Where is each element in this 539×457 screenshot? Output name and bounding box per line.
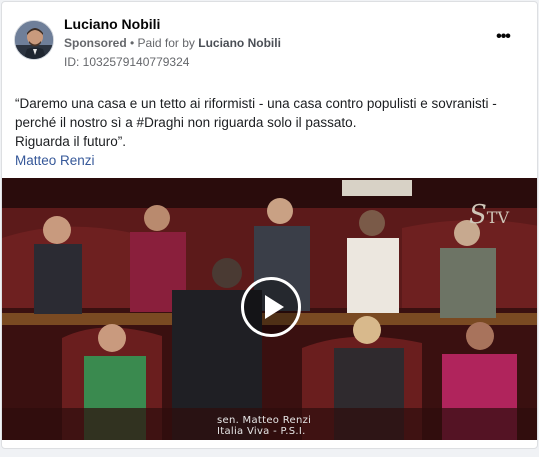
play-icon: [265, 295, 284, 319]
post-text-line: “Daremo una casa e un tetto ai riformist…: [15, 96, 497, 111]
play-button[interactable]: [241, 277, 301, 337]
avatar-image: [15, 21, 53, 59]
caption-party: Italia Viva - P.S.I.: [217, 426, 306, 437]
avatar[interactable]: [14, 20, 54, 60]
paid-for-name: Luciano Nobili: [198, 36, 281, 50]
paid-for-prefix: Paid for by: [137, 36, 199, 50]
meta-separator: •: [126, 36, 138, 50]
post-text: “Daremo una casa e un tetto ai riformist…: [15, 94, 527, 170]
more-dots-icon: •••: [496, 28, 511, 45]
sponsored-label: Sponsored: [64, 36, 127, 50]
video-player[interactable]: STV sen. Matteo Renzi Italia Viva - P.S.…: [2, 178, 537, 440]
ad-id: ID: 1032579140779324: [64, 55, 190, 69]
author-link[interactable]: Matteo Renzi: [15, 151, 527, 170]
post-text-line: perché il nostro sì a #Draghi non riguar…: [15, 115, 357, 130]
more-options-button[interactable]: •••: [491, 29, 515, 46]
channel-logo: STV: [468, 200, 509, 230]
ad-card: Luciano Nobili Sponsored • Paid for by L…: [1, 1, 538, 449]
post-header: Luciano Nobili Sponsored • Paid for by L…: [14, 14, 525, 74]
video-caption: sen. Matteo Renzi Italia Viva - P.S.I.: [217, 415, 311, 437]
caption-name: sen. Matteo Renzi: [217, 415, 312, 426]
post-text-line: Riguarda il futuro”.: [15, 134, 127, 149]
page-name-link[interactable]: Luciano Nobili: [64, 16, 160, 32]
sponsored-line: Sponsored • Paid for by Luciano Nobili: [64, 36, 281, 50]
